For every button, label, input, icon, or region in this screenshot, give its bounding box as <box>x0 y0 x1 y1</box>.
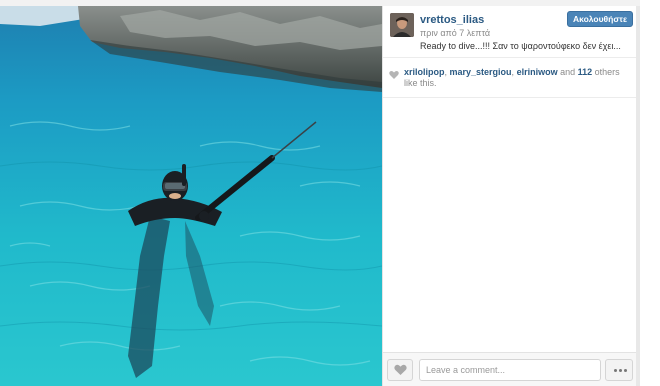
ellipsis-icon <box>614 369 617 372</box>
comment-input[interactable] <box>419 359 601 381</box>
post-modal: vrettos_ilias πριν από 7 λεπτά Ready to … <box>0 0 640 386</box>
others-count-link[interactable]: 112 <box>578 67 593 77</box>
post-timestamp: πριν από 7 λεπτά <box>420 28 491 38</box>
likes-summary: xrilolipop, mary_stergiou, elriniwow and… <box>404 67 620 88</box>
username-link[interactable]: vrettos_ilias <box>420 14 484 26</box>
avatar-image <box>390 13 414 37</box>
post-details-panel: vrettos_ilias πριν από 7 λεπτά Ready to … <box>382 6 637 386</box>
comment-bar <box>383 352 637 386</box>
liker-link[interactable]: elriniwow <box>517 67 558 77</box>
heart-icon <box>394 364 407 375</box>
heart-icon <box>389 70 399 79</box>
post-caption: Ready to dive...!!! Σαν το ψαροντούφεκο … <box>420 41 621 51</box>
like-button[interactable] <box>387 359 413 381</box>
liker-link[interactable]: mary_stergiou <box>450 67 512 77</box>
liker-link[interactable]: xrilolipop <box>404 67 445 77</box>
ellipsis-icon <box>624 369 627 372</box>
avatar[interactable] <box>390 13 414 37</box>
photo-image <box>0 6 382 386</box>
likes-section: xrilolipop, mary_stergiou, elriniwow and… <box>383 58 637 98</box>
ellipsis-icon <box>619 369 622 372</box>
comments-list <box>383 98 637 352</box>
post-header: vrettos_ilias πριν από 7 λεπτά Ready to … <box>383 6 637 58</box>
post-photo[interactable] <box>0 6 382 386</box>
more-options-button[interactable] <box>605 359 633 381</box>
follow-button[interactable]: Ακολουθήστε <box>567 11 633 27</box>
scrollbar[interactable] <box>636 6 640 386</box>
